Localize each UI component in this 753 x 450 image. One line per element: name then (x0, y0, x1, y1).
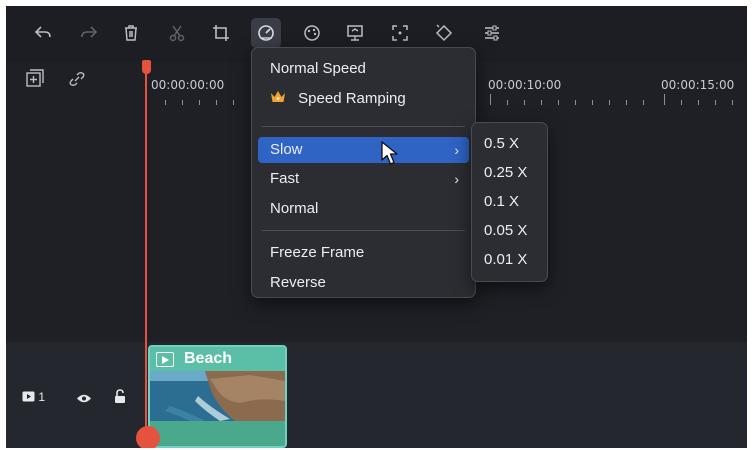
link-icon[interactable] (66, 68, 88, 90)
menu-item-normal-speed-label: Normal Speed (270, 60, 366, 77)
ruler-tick (664, 94, 665, 105)
menu-item-fast-label: Fast (270, 170, 300, 187)
eye-icon[interactable] (76, 393, 92, 404)
ruler-tick (698, 100, 699, 105)
redo-icon[interactable] (76, 20, 102, 46)
keyframe-icon[interactable] (431, 20, 457, 46)
clip-label: Beach (184, 350, 233, 367)
menu-item-speed-ramping-label: Speed Ramping (298, 90, 406, 107)
ruler-tick (626, 100, 627, 105)
slow-submenu: 0.5 X 0.25 X 0.1 X 0.05 X 0.01 X (471, 122, 548, 282)
submenu-item-0-1x[interactable]: 0.1 X (484, 193, 519, 210)
menu-item-freeze-frame-label: Freeze Frame (270, 244, 365, 261)
ruler-tick (165, 100, 166, 105)
menu-item-reverse-label: Reverse (270, 274, 326, 291)
video-track-icon (22, 391, 35, 402)
play-icon (156, 352, 174, 367)
submenu-item-0-25x[interactable]: 0.25 X (484, 164, 527, 181)
speed-menu: Normal Speed Speed Ramping Slow › Fast ›… (251, 47, 476, 298)
menu-item-reverse[interactable]: Reverse (258, 270, 469, 296)
submenu-item-0-01x[interactable]: 0.01 X (484, 251, 527, 268)
menu-item-normal[interactable]: Normal (258, 196, 469, 222)
ruler-tick (715, 100, 716, 105)
ruler-tick (609, 100, 610, 105)
cut-icon[interactable] (164, 20, 190, 46)
menu-item-slow-label: Slow (270, 141, 303, 158)
ruler-tick (732, 100, 733, 105)
auto-reframe-icon[interactable] (387, 20, 413, 46)
menu-item-slow[interactable]: Slow › (258, 137, 469, 163)
chevron-right-icon: › (454, 142, 459, 158)
clip-header: Beach (150, 347, 285, 371)
menu-separator (262, 230, 465, 231)
crown-icon (271, 91, 285, 102)
ruler-tick (490, 94, 491, 105)
lock-icon[interactable] (114, 389, 126, 404)
track-number: 1 (38, 390, 46, 404)
playhead-handle[interactable] (142, 60, 151, 74)
video-editor-app: 00:00:00:00 00:00:10:00 00:00:15:00 1 Be… (6, 6, 747, 448)
ruler-tick (524, 100, 525, 105)
mouse-cursor-icon (381, 141, 398, 165)
speed-icon[interactable] (251, 18, 281, 48)
menu-item-freeze-frame[interactable]: Freeze Frame (258, 240, 469, 266)
submenu-item-0-05x[interactable]: 0.05 X (484, 222, 527, 239)
submenu-item-0-5x[interactable]: 0.5 X (484, 135, 519, 152)
menu-item-normal-speed[interactable]: Normal Speed (258, 56, 469, 82)
add-track-icon[interactable] (24, 68, 46, 90)
ruler-tick (592, 100, 593, 105)
video-clip[interactable]: Beach (148, 345, 287, 448)
ruler-tick (575, 100, 576, 105)
ruler-tick (541, 100, 542, 105)
clip-thumbnail (150, 371, 285, 421)
ruler-tick (216, 100, 217, 105)
menu-separator (262, 126, 465, 127)
ruler-tick (681, 100, 682, 105)
ruler-label-10s: 00:00:10:00 (488, 78, 562, 92)
playhead-line[interactable] (145, 64, 147, 448)
menu-item-speed-ramping[interactable]: Speed Ramping (258, 86, 469, 112)
ruler-tick (233, 100, 234, 105)
export-frame-icon[interactable] (342, 20, 368, 46)
adjust-icon[interactable] (479, 20, 505, 46)
menu-item-normal-label: Normal (270, 200, 319, 217)
undo-icon[interactable] (30, 20, 56, 46)
ruler-tick (182, 100, 183, 105)
ruler-label-15s: 00:00:15:00 (661, 78, 735, 92)
delete-icon[interactable] (118, 20, 144, 46)
track-label: 1 (22, 390, 45, 404)
ruler-label-start: 00:00:00:00 (151, 78, 225, 92)
ruler-tick (199, 100, 200, 105)
playhead-knob[interactable] (136, 426, 160, 448)
ruler-tick (643, 100, 644, 105)
ruler-tick (558, 100, 559, 105)
menu-item-fast[interactable]: Fast › (258, 166, 469, 192)
crop-icon[interactable] (208, 20, 234, 46)
chevron-right-icon: › (454, 171, 459, 187)
track-header-panel (6, 62, 145, 342)
ruler-tick (507, 100, 508, 105)
color-icon[interactable] (299, 20, 325, 46)
